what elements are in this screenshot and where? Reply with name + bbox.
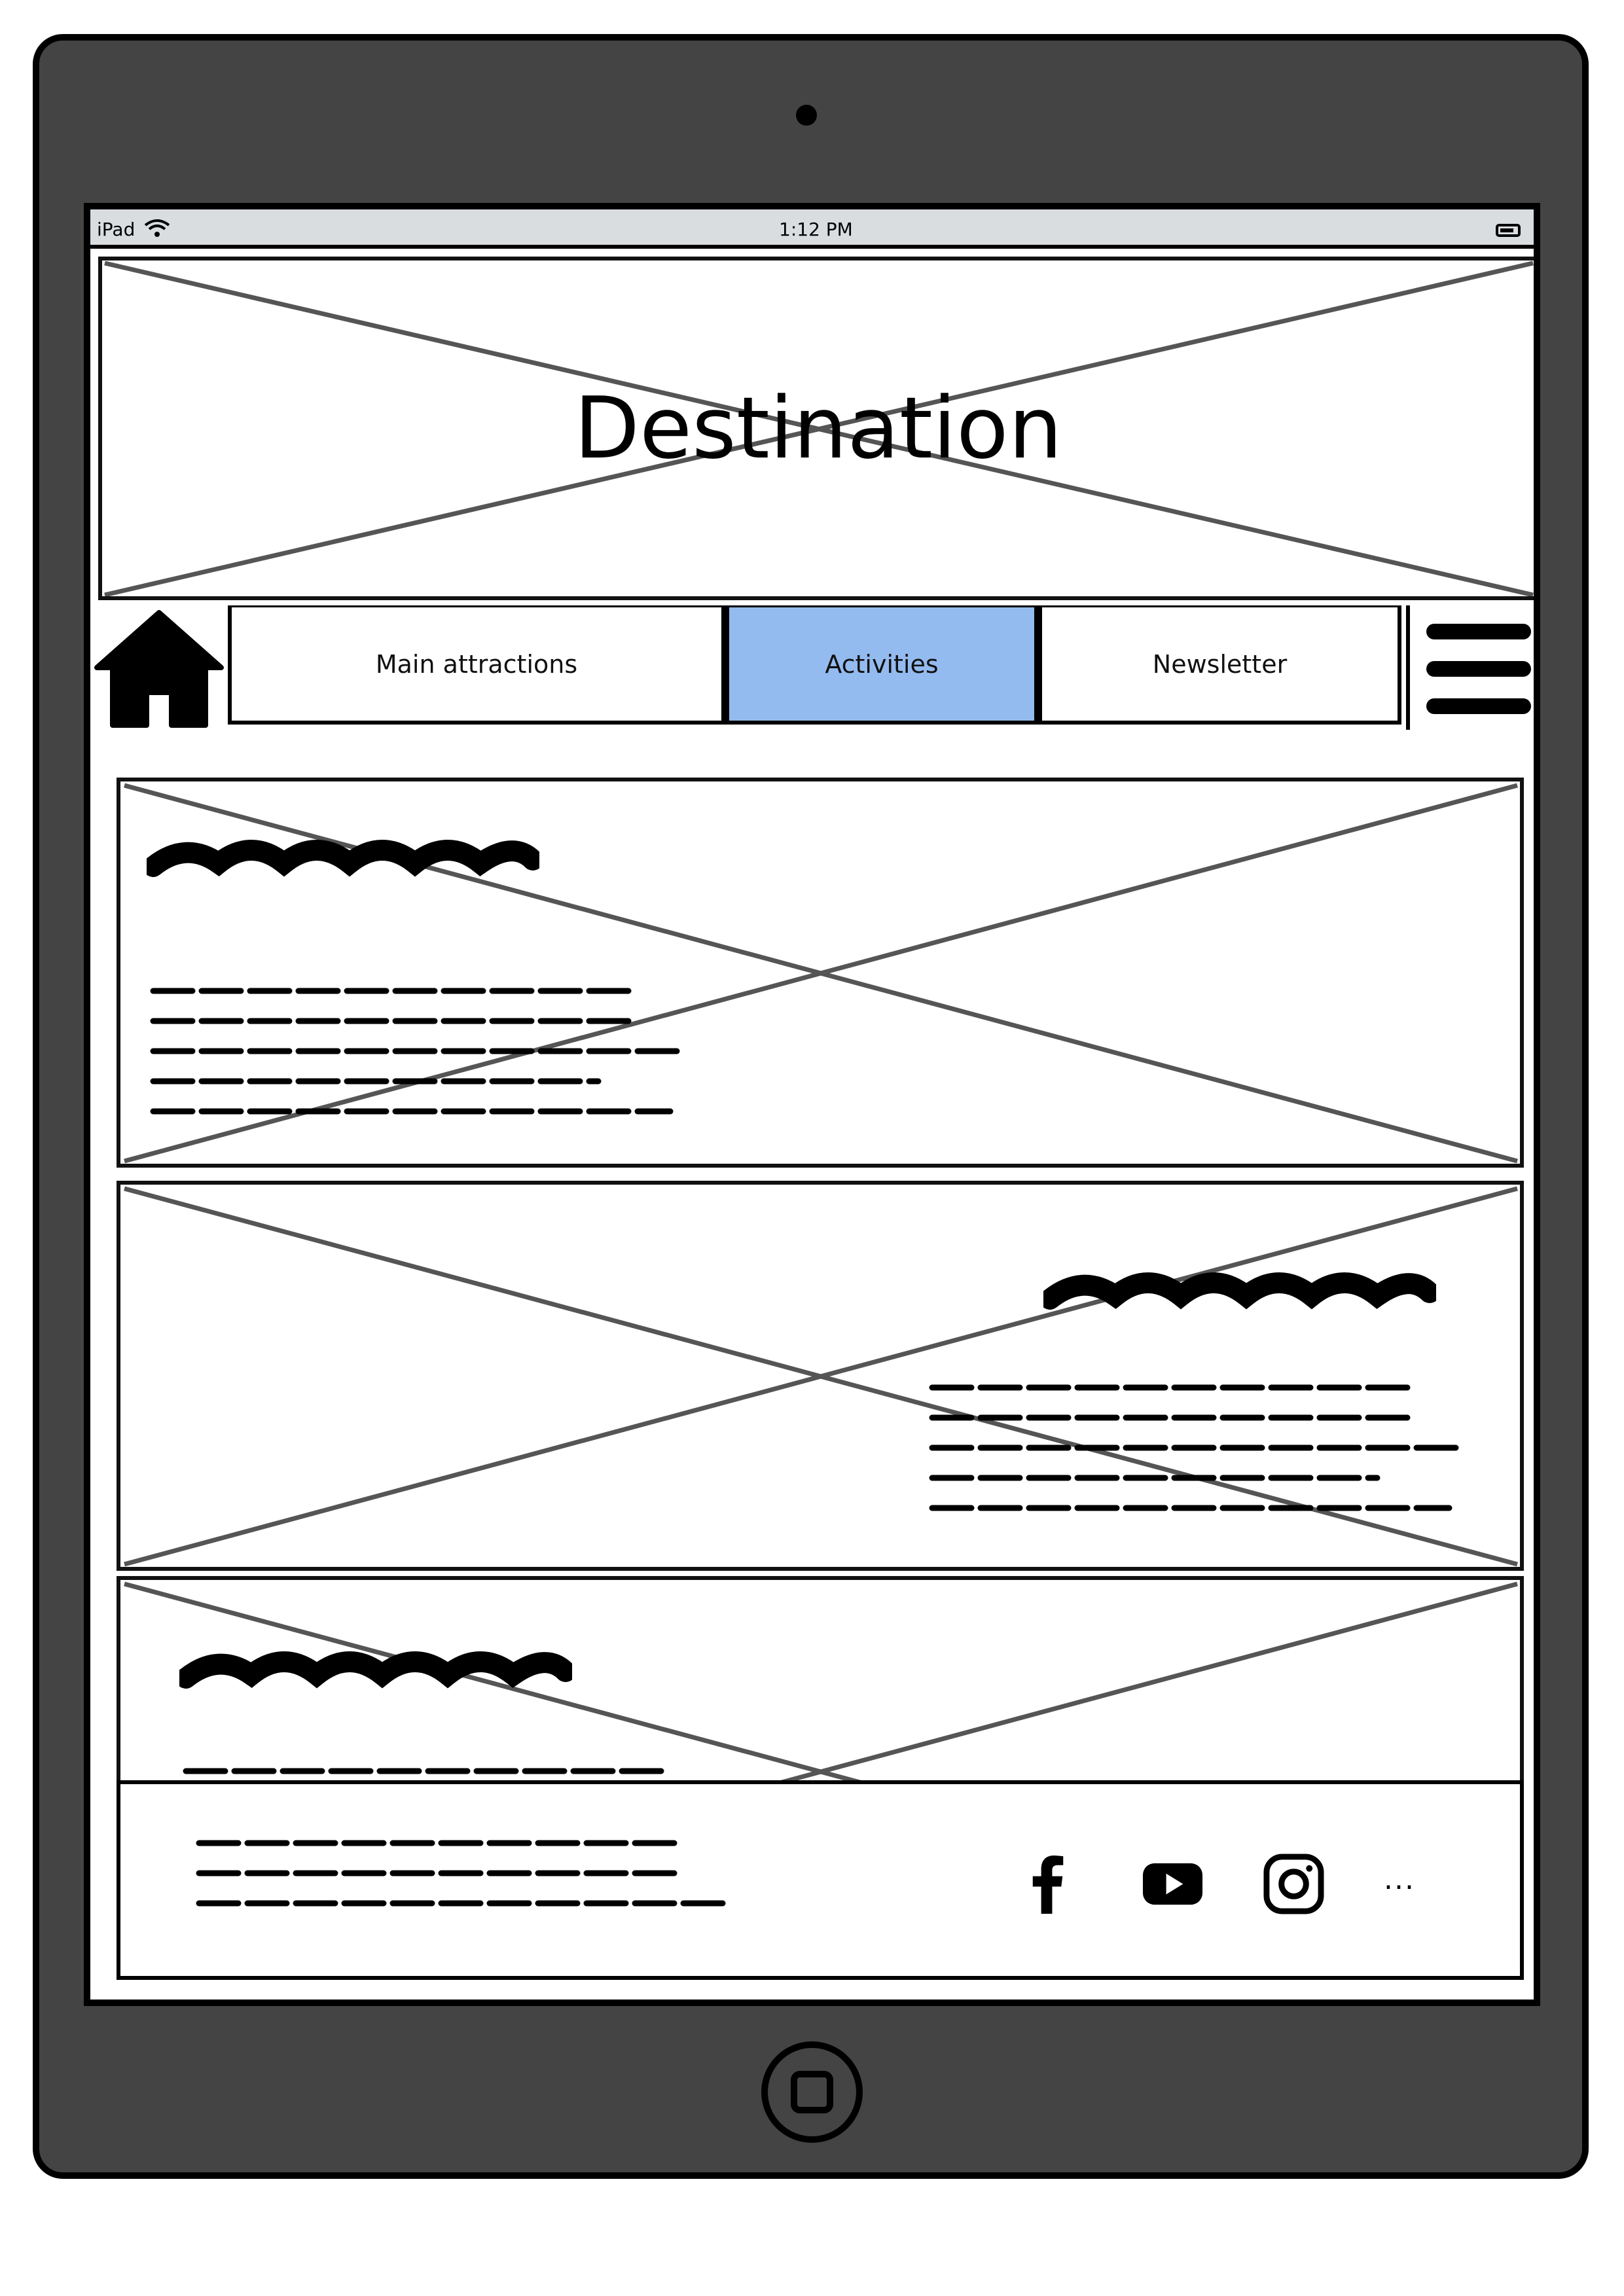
- content-card[interactable]: [117, 1181, 1524, 1571]
- card-body-scribble: [929, 1384, 1459, 1511]
- device-home-button[interactable]: [761, 2041, 863, 2143]
- screen: iPad 1:12 PM Destination Main attraction…: [84, 203, 1540, 2006]
- card-body-scribble: [150, 988, 680, 1115]
- instagram-icon[interactable]: [1263, 1853, 1325, 1915]
- card-heading-scribble: [179, 1651, 572, 1689]
- youtube-icon[interactable]: [1142, 1853, 1204, 1915]
- device-label: iPad: [97, 219, 135, 240]
- hamburger-menu-icon[interactable]: [1406, 605, 1534, 730]
- camera-dot: [796, 105, 817, 126]
- banner-image-placeholder: Destination: [98, 257, 1534, 600]
- nav-bar: Main attractions Activities Newsletter: [90, 600, 1534, 734]
- banner-title: Destination: [574, 378, 1062, 478]
- footer: ...: [117, 1780, 1524, 1980]
- footer-text-scribble: [196, 1840, 726, 1907]
- facebook-icon[interactable]: [1017, 1853, 1079, 1915]
- status-bar: iPad 1:12 PM: [90, 209, 1534, 249]
- tab-newsletter[interactable]: Newsletter: [1038, 605, 1401, 725]
- card-heading-scribble: [1043, 1272, 1436, 1310]
- status-time: 1:12 PM: [779, 219, 853, 240]
- card-heading-scribble: [147, 840, 539, 877]
- more-icon[interactable]: ...: [1384, 1863, 1415, 1896]
- tab-main-attractions[interactable]: Main attractions: [228, 605, 725, 725]
- content-card[interactable]: [117, 778, 1524, 1168]
- home-icon[interactable]: [94, 610, 224, 729]
- battery-icon: [1496, 224, 1521, 237]
- tab-activities[interactable]: Activities: [725, 605, 1038, 725]
- wifi-icon: [144, 219, 170, 237]
